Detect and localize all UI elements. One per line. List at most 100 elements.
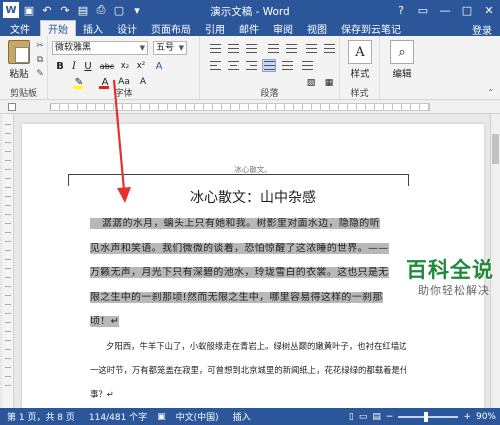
- customize-icon[interactable]: ▾: [129, 2, 145, 18]
- zoom-level[interactable]: 90%: [476, 412, 496, 422]
- superscript-button[interactable]: x²: [134, 59, 148, 73]
- tab-design[interactable]: 设计: [110, 20, 144, 36]
- maximize-button[interactable]: □: [456, 0, 478, 20]
- tab-mailings[interactable]: 邮件: [232, 20, 266, 36]
- font-size-value: 五号: [156, 43, 175, 53]
- tab-references[interactable]: 引用: [198, 20, 232, 36]
- styles-button[interactable]: A 样式: [342, 40, 378, 80]
- tab-home[interactable]: 开始: [40, 20, 76, 36]
- ribbon-display-icon[interactable]: ▭: [412, 0, 434, 20]
- underline-button[interactable]: U: [82, 59, 94, 73]
- tab-save-to-cloud[interactable]: 保存到云笔记: [334, 20, 408, 36]
- decrease-indent-button[interactable]: [266, 42, 280, 55]
- increase-indent-icon: [285, 44, 297, 53]
- styles-group: A 样式 样式: [340, 36, 380, 100]
- strikethrough-button[interactable]: abc: [98, 59, 116, 73]
- cut-icon[interactable]: ✂: [34, 40, 46, 51]
- bullets-icon: [209, 44, 221, 53]
- editing-button[interactable]: ⌕ 编辑: [384, 40, 420, 80]
- paragraph[interactable]: 夕阳西，牛羊下山了，小蚁般缘走在青岩上。绿树丛巅的嫩黄叶子，也衬在红墙边。—— …: [90, 334, 406, 406]
- save-icon[interactable]: ▣: [21, 2, 37, 18]
- paste-button[interactable]: 粘贴: [6, 40, 32, 80]
- styles-icon: A: [348, 40, 372, 64]
- clipboard-group: 粘贴 ✂ ⧉ ✎ 剪贴板: [0, 36, 48, 100]
- multilevel-list-button[interactable]: [244, 42, 258, 55]
- title-bar: W ▣ ↶ ↷ ▤ ⎙ ▢ ▾ 演示文稿 - Word ? ▭ — □ ✕: [0, 0, 500, 20]
- paste-label: 粘贴: [9, 69, 29, 80]
- zoom-in-button[interactable]: +: [463, 412, 471, 422]
- proofing-icon[interactable]: ▣: [154, 412, 169, 422]
- read-mode-icon[interactable]: ▯: [349, 412, 354, 422]
- ribbon-tabs: 文件 开始 插入 设计 页面布局 引用 邮件 审阅 视图 保存到云笔记 登录: [0, 20, 500, 37]
- line-spacing-button[interactable]: [300, 59, 314, 72]
- print-preview-icon[interactable]: ▢: [111, 2, 127, 18]
- tab-selector-icon[interactable]: [8, 103, 16, 111]
- selected-paragraph[interactable]: 潺潺的水月，螭头上只有她和我。树影里对面水边，隐隐的听 见水声和笑语。我们微微的…: [90, 212, 406, 335]
- multilevel-list-icon: [245, 44, 257, 53]
- redo-icon[interactable]: ↷: [57, 2, 73, 18]
- insert-mode-indicator[interactable]: 插入: [226, 410, 258, 423]
- collapse-ribbon-icon[interactable]: ⌃: [487, 88, 494, 97]
- align-right-icon: [245, 61, 257, 70]
- paragraph-line: 一这时节，万有都笼盖在寂里，可曾想到北京城里的新闻纸上，花花绿绿的都载着是什么: [90, 365, 406, 375]
- editing-label: 编辑: [392, 69, 412, 80]
- find-icon: ⌕: [390, 40, 414, 64]
- quick-access-toolbar: W ▣ ↶ ↷ ▤ ⎙ ▢ ▾: [0, 0, 145, 20]
- login-link[interactable]: 登录: [472, 22, 492, 37]
- minimize-button[interactable]: —: [434, 0, 456, 20]
- align-left-icon: [209, 61, 221, 70]
- format-painter-icon[interactable]: ✎: [34, 68, 46, 79]
- page-count[interactable]: 第 1 页，共 8 页: [0, 410, 82, 423]
- word-logo-icon: W: [3, 2, 19, 18]
- tab-page-layout[interactable]: 页面布局: [144, 20, 198, 36]
- undo-icon[interactable]: ↶: [39, 2, 55, 18]
- align-right-button[interactable]: [244, 59, 258, 72]
- scrollbar-thumb[interactable]: [492, 134, 499, 164]
- numbering-button[interactable]: [226, 42, 240, 55]
- distributed-icon: [281, 61, 293, 70]
- styles-group-label: 样式: [350, 89, 369, 99]
- tab-review[interactable]: 审阅: [266, 20, 300, 36]
- paragraph-line: 夕阳西，牛羊下山了，小蚁般缘走在青岩上。绿树丛巅的嫩黄叶子，也衬在红墙边。——: [106, 341, 406, 351]
- bullets-button[interactable]: [208, 42, 222, 55]
- tab-file[interactable]: 文件: [0, 20, 40, 36]
- font-size-select[interactable]: 五号 ▼: [153, 41, 187, 55]
- sort-button[interactable]: [322, 42, 336, 55]
- tab-view[interactable]: 视图: [300, 20, 334, 36]
- close-button[interactable]: ✕: [478, 0, 500, 20]
- language-indicator[interactable]: 中文(中国): [169, 410, 226, 423]
- numbering-icon: [227, 44, 239, 53]
- text-effects-button[interactable]: A: [152, 59, 166, 73]
- zoom-slider-knob[interactable]: [424, 411, 429, 422]
- clipboard-group-label: 剪贴板: [9, 89, 37, 99]
- horizontal-ruler: [0, 100, 500, 114]
- chinese-layout-button[interactable]: [304, 42, 318, 55]
- zoom-out-button[interactable]: −: [386, 412, 394, 422]
- vertical-ruler: [2, 114, 14, 408]
- copy-icon[interactable]: ⧉: [34, 54, 46, 65]
- align-center-button[interactable]: [226, 59, 240, 72]
- watermark-sub-text: 助你轻松解决: [418, 284, 490, 297]
- web-layout-icon[interactable]: ▤: [372, 412, 381, 422]
- print-layout-icon[interactable]: ▭: [359, 412, 368, 422]
- align-left-button[interactable]: [208, 59, 222, 72]
- paragraph-line: 万籁无声，月光下只有深碧的池水，玲珑雪白的衣裳。这也只是无: [90, 267, 389, 278]
- save-icon[interactable]: ▤: [75, 2, 91, 18]
- print-icon[interactable]: ⎙: [93, 2, 109, 18]
- font-name-select[interactable]: 微软雅黑 ▼: [52, 41, 148, 55]
- word-count[interactable]: 114/481 个字: [82, 410, 154, 423]
- bold-button[interactable]: B: [54, 59, 66, 73]
- help-icon[interactable]: ?: [390, 0, 412, 20]
- increase-indent-button[interactable]: [284, 42, 298, 55]
- distributed-button[interactable]: [280, 59, 294, 72]
- tab-insert[interactable]: 插入: [76, 20, 110, 36]
- justify-button[interactable]: [262, 59, 276, 72]
- sort-icon: [323, 44, 335, 53]
- paragraph-group: ▧ ▦ 段落: [200, 36, 340, 100]
- subscript-button[interactable]: x₂: [118, 59, 132, 73]
- italic-button[interactable]: I: [68, 59, 80, 73]
- paragraph-line: 事？↵: [90, 389, 114, 399]
- zoom-slider[interactable]: [398, 411, 459, 422]
- paragraph-line: 潺潺的水月，螭头上只有她和我。树影里对面水边，隐隐的听: [90, 212, 406, 237]
- ribbon: 粘贴 ✂ ⧉ ✎ 剪贴板 微软雅黑 ▼ 五号 ▼ B I U abc x₂ x²…: [0, 36, 500, 100]
